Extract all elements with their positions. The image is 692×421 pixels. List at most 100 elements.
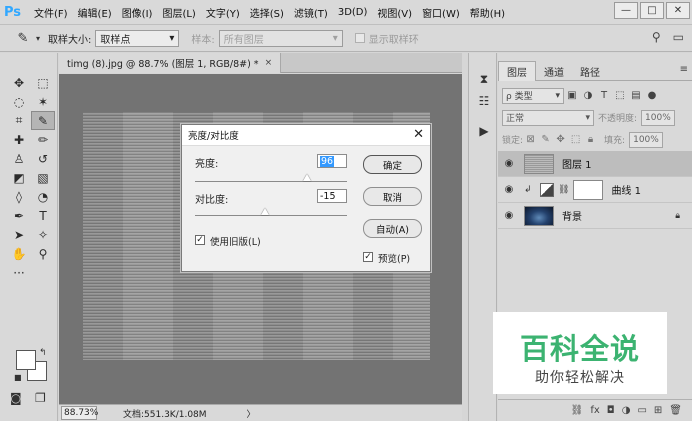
tab-paths[interactable]: 路径 <box>572 61 608 81</box>
adjustment-filter-icon[interactable]: ◑ <box>580 90 596 101</box>
eraser-tool-icon[interactable]: ◩ <box>7 168 31 187</box>
sample-select[interactable]: 所有图层 ▾ <box>218 29 343 47</box>
shape-filter-icon[interactable]: ⬚ <box>612 90 628 101</box>
pen-tool-icon[interactable]: ✒ <box>7 206 31 225</box>
menu-filter[interactable]: 滤镜(T) <box>294 5 328 20</box>
close-button[interactable]: ✕ <box>666 2 690 19</box>
search-icon[interactable]: ⚲ <box>652 30 661 44</box>
dodge-tool-icon[interactable]: ◔ <box>31 187 55 206</box>
workspace-icon[interactable]: ▭ <box>673 30 684 44</box>
path-select-icon[interactable]: ➤ <box>7 225 31 244</box>
menu-edit[interactable]: 编辑(E) <box>78 5 112 20</box>
panel-menu-icon[interactable]: ≡ <box>680 64 688 75</box>
clone-stamp-icon[interactable]: ♙ <box>7 149 31 168</box>
tab-channels[interactable]: 通道 <box>536 61 572 81</box>
auto-button[interactable]: 自动(A) <box>363 219 422 238</box>
gradient-tool-icon[interactable]: ▧ <box>31 168 55 187</box>
brightness-slider-track[interactable] <box>195 181 347 182</box>
contrast-slider-track[interactable] <box>195 215 347 216</box>
layer-style-icon[interactable]: fx <box>590 405 599 416</box>
history-brush-icon[interactable]: ↺ <box>31 149 55 168</box>
opacity-field[interactable]: 100% <box>641 109 676 126</box>
lock-all-icon[interactable]: 🔒︎ <box>583 134 598 145</box>
use-legacy-checkbox[interactable]: ✓ <box>195 235 205 245</box>
menu-view[interactable]: 视图(V) <box>377 5 412 20</box>
healing-brush-icon[interactable]: ✚ <box>7 130 31 149</box>
sample-size-select[interactable]: 取样点 ▾ <box>95 29 180 47</box>
chain-link-icon[interactable]: ⛓ <box>558 185 569 195</box>
lock-artboard-icon[interactable]: ⬚ <box>568 134 583 145</box>
restore-button[interactable]: □ <box>640 2 664 19</box>
menu-help[interactable]: 帮助(H) <box>470 5 505 20</box>
cancel-button[interactable]: 取消 <box>363 187 422 206</box>
delete-layer-icon[interactable]: 🗑︎ <box>669 405 682 416</box>
more-tools-icon[interactable]: ··· <box>7 263 31 282</box>
menu-3d[interactable]: 3D(D) <box>338 7 368 18</box>
properties-panel-icon[interactable]: ☷ <box>476 93 492 109</box>
contrast-input[interactable]: -15 <box>317 189 347 203</box>
move-tool-icon[interactable]: ✥ <box>7 73 31 92</box>
crop-tool-icon[interactable]: ⌗ <box>7 111 31 130</box>
close-icon[interactable]: × <box>265 58 273 68</box>
brightness-slider-thumb[interactable] <box>303 174 312 181</box>
tab-layers[interactable]: 图层 <box>498 61 536 81</box>
type-tool-icon[interactable]: T <box>31 206 55 225</box>
add-mask-icon[interactable]: ◘ <box>607 405 615 416</box>
foreground-color-swatch[interactable] <box>16 350 36 370</box>
lock-pixels-icon[interactable]: ✎ <box>538 134 553 145</box>
lock-transparency-icon[interactable]: ⊠ <box>523 134 538 145</box>
magic-wand-icon[interactable]: ✶ <box>31 92 55 111</box>
marquee-tool-icon[interactable]: ⬚ <box>31 73 55 92</box>
layer-filter-select[interactable]: ρ 类型 ▾ <box>502 87 564 104</box>
fill-field[interactable]: 100% <box>629 131 664 148</box>
menu-type[interactable]: 文字(Y) <box>206 5 240 20</box>
quick-mask-icon[interactable]: ◙ <box>10 391 22 405</box>
actions-play-icon[interactable]: ▶ <box>476 123 492 139</box>
layer-row[interactable]: ◉ ↲ ⛓ 曲线 1 <box>498 177 692 203</box>
show-ring-checkbox[interactable] <box>354 33 365 43</box>
eyedropper-tool-icon[interactable]: ✎ <box>31 111 55 130</box>
menu-file[interactable]: 文件(F) <box>34 5 68 20</box>
link-layers-icon[interactable]: ⛓ <box>571 405 584 416</box>
lock-position-icon[interactable]: ✥ <box>553 134 568 145</box>
smart-object-filter-icon[interactable]: ▤ <box>628 90 644 101</box>
document-tab[interactable]: timg (8).jpg @ 88.7% (图层 1, RGB/8#) * × <box>59 53 282 73</box>
menu-window[interactable]: 窗口(W) <box>422 5 460 20</box>
close-icon[interactable]: ✕ <box>413 127 424 142</box>
new-group-icon[interactable]: ▭ <box>637 405 646 416</box>
zoom-level-field[interactable]: 88.73% <box>61 406 98 420</box>
eyedropper-icon[interactable]: ✎ <box>10 28 36 48</box>
brightness-contrast-dialog: 亮度/对比度 ✕ 亮度: 96 对比度: -15 ✓ 使用旧版(L) 确定 取消… <box>181 124 431 272</box>
minimize-button[interactable]: — <box>614 2 638 19</box>
brush-tool-icon[interactable]: ✏ <box>31 130 55 149</box>
contrast-slider-thumb[interactable] <box>260 208 269 215</box>
ok-button[interactable]: 确定 <box>363 155 422 174</box>
menu-image[interactable]: 图像(I) <box>122 5 153 20</box>
filter-toggle-icon[interactable]: ● <box>644 90 660 101</box>
zoom-tool-icon[interactable]: ⚲ <box>31 244 55 263</box>
history-panel-icon[interactable]: ⧗ <box>476 71 492 87</box>
layer-row[interactable]: ◉ 背景 🔒︎ <box>498 203 692 229</box>
visibility-eye-icon[interactable]: ◉ <box>498 158 520 169</box>
shape-tool-icon[interactable]: ✧ <box>31 225 55 244</box>
default-colors-icon[interactable]: ■ <box>14 373 22 382</box>
preview-checkbox[interactable]: ✓ <box>363 252 373 262</box>
blur-tool-icon[interactable]: ◊ <box>7 187 31 206</box>
swap-colors-icon[interactable]: ↰ <box>39 348 47 358</box>
menu-select[interactable]: 选择(S) <box>250 5 284 20</box>
chevron-down-icon[interactable]: ▾ <box>36 34 40 43</box>
new-layer-icon[interactable]: ⊞ <box>654 405 662 416</box>
visibility-eye-icon[interactable]: ◉ <box>498 210 520 221</box>
brightness-input[interactable]: 96 <box>317 154 347 168</box>
menu-layer[interactable]: 图层(L) <box>162 5 195 20</box>
visibility-eye-icon[interactable]: ◉ <box>498 184 520 195</box>
screen-mode-icon[interactable]: ❐ <box>35 391 46 405</box>
layer-row[interactable]: ◉ 图层 1 <box>498 151 692 177</box>
lasso-tool-icon[interactable]: ◌ <box>7 92 31 111</box>
blend-mode-select[interactable]: 正常 ▾ <box>502 109 594 126</box>
type-filter-icon[interactable]: T <box>596 90 612 101</box>
chevron-right-icon[interactable]: 〉 <box>247 407 256 420</box>
new-adjustment-icon[interactable]: ◑ <box>622 405 631 416</box>
pixel-filter-icon[interactable]: ▣ <box>564 90 580 101</box>
hand-tool-icon[interactable]: ✋ <box>7 244 31 263</box>
